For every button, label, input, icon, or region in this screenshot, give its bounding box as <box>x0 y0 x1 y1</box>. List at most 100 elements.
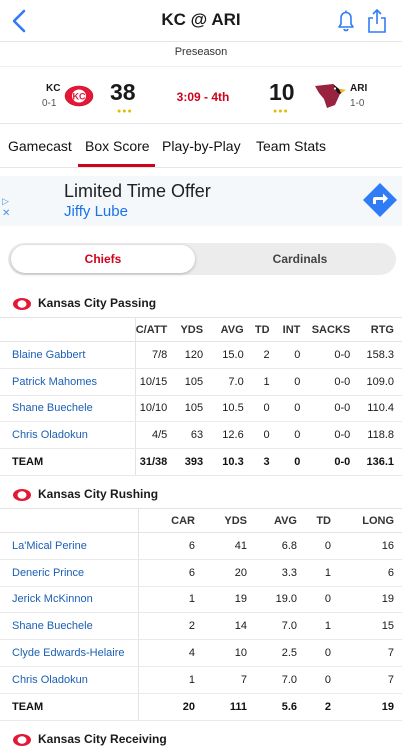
tab-play-by-play[interactable]: Play-by-Play <box>162 138 241 154</box>
stat-cell: 10 <box>203 639 255 667</box>
team-total-cell: 20 <box>138 693 203 721</box>
chiefs-logo-icon <box>13 298 31 310</box>
stat-cell: 10.5 <box>211 395 252 423</box>
stat-cell: 1 <box>251 368 278 396</box>
stat-cell: 158.3 <box>358 341 402 369</box>
column-header: YDS <box>203 508 255 533</box>
stat-cell: 0-0 <box>308 368 359 396</box>
home-score: 10 <box>269 79 295 105</box>
ad-arrow-icon[interactable] <box>362 182 398 218</box>
stat-cell: 3.3 <box>255 559 305 587</box>
tab-gamecast[interactable]: Gamecast <box>8 138 72 154</box>
team-total-cell: 2 <box>305 693 339 721</box>
column-header: LONG <box>339 508 402 533</box>
team-toggle-chiefs[interactable]: Chiefs <box>11 245 195 273</box>
column-header: TD <box>251 317 278 342</box>
stat-cell: 19 <box>339 586 402 614</box>
column-header: AVG <box>211 317 252 342</box>
stat-cell: 14 <box>203 612 255 641</box>
player-name-link[interactable]: Deneric Prince <box>0 559 139 587</box>
away-timeouts: ●●● <box>117 108 133 115</box>
stat-cell: 2 <box>251 341 278 369</box>
stat-cell: 7 <box>339 666 402 694</box>
player-name-link[interactable]: La'Mical Perine <box>0 532 139 560</box>
ad-play-icon[interactable]: ▷ <box>2 196 9 207</box>
ad-advertiser[interactable]: Jiffy Lube <box>64 203 128 220</box>
ad-banner[interactable]: ▷ ✕ Limited Time Offer Jiffy Lube <box>0 176 402 226</box>
rushing-header-row: CAR YDS AVG TD LONG <box>0 508 402 533</box>
player-name-link[interactable]: Shane Buechele <box>0 612 139 641</box>
team-total-row: TEAM 20 111 5.6 2 19 <box>0 693 402 721</box>
stat-cell: 6.8 <box>255 532 305 560</box>
top-bar: KC @ ARI <box>0 0 402 42</box>
stat-cell: 0 <box>305 639 339 667</box>
chiefs-logo-icon <box>13 489 31 501</box>
stat-cell: 7.0 <box>211 368 252 396</box>
svg-text:KC: KC <box>73 92 86 102</box>
stat-cell: 2.5 <box>255 639 305 667</box>
player-name-link[interactable]: Chris Oladokun <box>0 666 139 694</box>
player-name-link[interactable]: Patrick Mahomes <box>0 368 136 396</box>
team-total-cell: 19 <box>339 693 402 721</box>
game-type-label: Preseason <box>174 46 228 58</box>
passing-section-header: Kansas City Passing <box>0 294 402 314</box>
stat-cell: 7/8 <box>135 341 176 369</box>
stat-cell: 4 <box>138 639 203 667</box>
passing-section-title: Kansas City Passing <box>38 296 157 310</box>
stat-cell: 7 <box>203 666 255 694</box>
player-name-link[interactable]: Clyde Edwards-Helaire <box>0 639 139 667</box>
stat-cell: 1 <box>138 666 203 694</box>
team-total-label: TEAM <box>0 693 139 721</box>
player-name-link[interactable]: Jerick McKinnon <box>0 586 139 614</box>
receiving-section-title: Kansas City Receiving <box>38 732 167 746</box>
stat-cell: 110.4 <box>358 395 402 423</box>
scoreboard[interactable]: KC 0-1 KC 38 ●●● 3:09 - 4th 10 ●●● ARI 1… <box>0 66 402 124</box>
tab-box-score[interactable]: Box Score <box>85 138 150 154</box>
column-header: AVG <box>255 508 305 533</box>
stat-cell: 6 <box>138 559 203 587</box>
stat-cell: 7 <box>339 639 402 667</box>
chiefs-logo-icon <box>13 734 31 746</box>
chiefs-logo-icon: KC <box>64 85 94 107</box>
stat-cell: 15 <box>339 612 402 641</box>
column-header: YDS <box>175 317 212 342</box>
stat-cell: 15.0 <box>211 341 252 369</box>
home-team-abbr: ARI <box>350 83 368 94</box>
game-clock: 3:09 - 4th <box>176 90 230 104</box>
column-header <box>0 508 139 533</box>
home-team-record: 1-0 <box>350 98 365 109</box>
stat-cell: 10/15 <box>135 368 176 396</box>
player-name-link[interactable]: Blaine Gabbert <box>0 341 136 369</box>
ad-title: Limited Time Offer <box>64 181 211 201</box>
team-total-cell: 0-0 <box>308 448 359 476</box>
table-row: Patrick Mahomes 10/15 105 7.0 1 0 0-0 109.0 <box>0 368 402 396</box>
stat-cell: 7.0 <box>255 612 305 641</box>
column-header: SACKS <box>308 317 359 342</box>
team-total-cell: 31/38 <box>135 448 176 476</box>
stat-cell: 0 <box>305 666 339 694</box>
stat-cell: 2 <box>138 612 203 641</box>
player-name-link[interactable]: Shane Buechele <box>0 395 136 423</box>
column-header: TD <box>305 508 339 533</box>
away-score: 38 <box>110 79 136 105</box>
player-name-link[interactable]: Chris Oladokun <box>0 421 136 450</box>
team-total-cell: 5.6 <box>255 693 305 721</box>
rushing-table: CAR YDS AVG TD LONG La'Mical Perine 6 41 6.8 0 16… <box>0 508 402 721</box>
team-total-cell: 393 <box>175 448 212 476</box>
column-header: CAR <box>138 508 203 533</box>
stat-cell: 41 <box>203 532 255 560</box>
tab-team-stats[interactable]: Team Stats <box>256 138 326 154</box>
stat-cell: 6 <box>339 559 402 587</box>
share-icon[interactable] <box>366 8 388 34</box>
team-toggle-cardinals[interactable]: Cardinals <box>208 245 392 273</box>
table-row: Chris Oladokun 1 7 7.0 0 7 <box>0 666 402 694</box>
table-row: Deneric Prince 6 20 3.3 1 6 <box>0 559 402 587</box>
team-total-cell: 3 <box>251 448 278 476</box>
game-tabs: Gamecast Box Score Play-by-Play Team Sta… <box>0 126 402 168</box>
column-header <box>0 317 136 342</box>
stat-cell: 109.0 <box>358 368 402 396</box>
column-header: INT <box>277 317 309 342</box>
bell-icon[interactable] <box>334 8 358 34</box>
ad-close-icon[interactable]: ✕ <box>2 208 10 219</box>
stat-cell: 20 <box>203 559 255 587</box>
